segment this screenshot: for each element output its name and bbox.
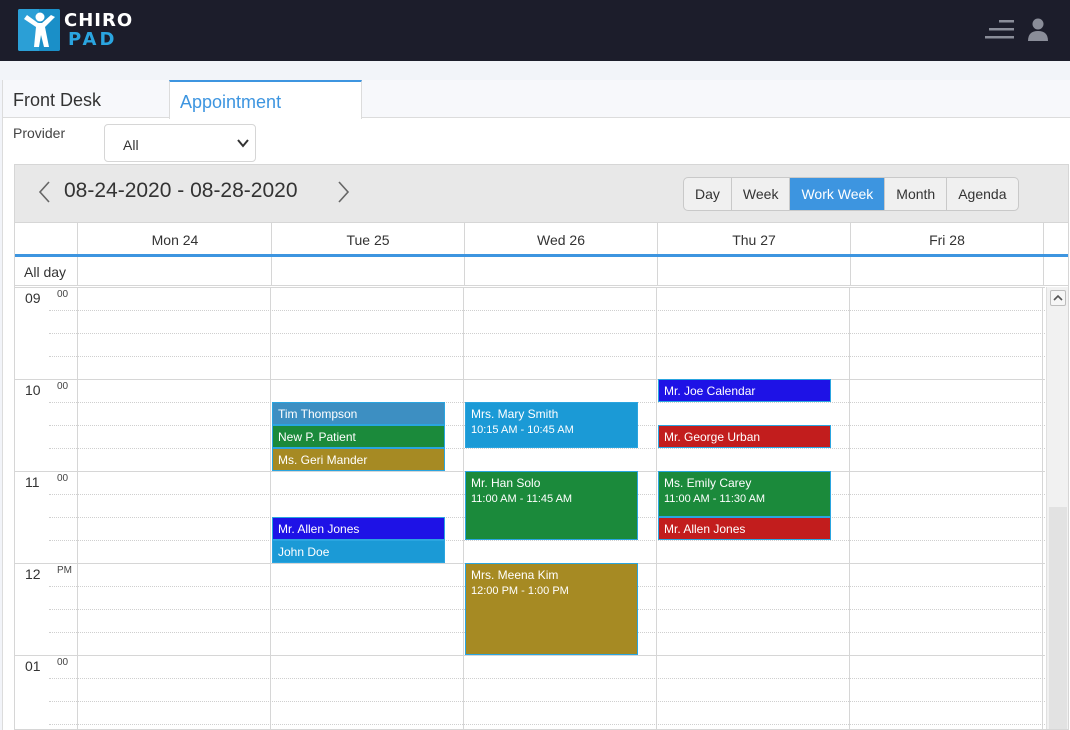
chevron-right-icon[interactable] xyxy=(337,179,351,205)
appointment-block[interactable]: Ms. Geri Mander xyxy=(272,448,445,471)
appointment-time: 10:15 AM - 10:45 AM xyxy=(471,424,574,436)
appointment-patient-name: Mrs. Meena Kim xyxy=(471,568,559,582)
provider-select-value: All xyxy=(123,137,139,153)
chevron-down-icon xyxy=(237,139,249,148)
appointment-patient-name: Mr. Joe Calendar xyxy=(664,384,756,398)
view-switcher: Day Week Work Week Month Agenda xyxy=(683,177,1019,211)
appointment-patient-name: Mr. Allen Jones xyxy=(664,522,746,536)
appointment-block[interactable]: Tim Thompson xyxy=(272,402,445,425)
appointment-block[interactable]: Mr. Allen Jones xyxy=(658,517,831,540)
all-day-row: All day xyxy=(15,257,1068,286)
appointment-patient-name: New P. Patient xyxy=(278,430,356,444)
vertical-scrollbar[interactable] xyxy=(1046,287,1068,729)
all-day-cell[interactable] xyxy=(851,257,1044,286)
quarter-gridline xyxy=(49,448,1045,449)
logo-text-chiro: CHIRO xyxy=(64,10,134,31)
appointment-time: 12:00 PM - 1:00 PM xyxy=(471,585,569,597)
appointment-patient-name: Mr. George Urban xyxy=(664,430,761,444)
appointment-block[interactable]: John Doe xyxy=(272,540,445,563)
quarter-gridline xyxy=(49,724,1045,725)
all-day-cell[interactable] xyxy=(658,257,851,286)
main-panel: Front Desk Appointment Provider All 08-2… xyxy=(2,80,1070,730)
day-header-fri[interactable]: Fri 28 xyxy=(851,223,1044,254)
hour-gridline xyxy=(15,287,1045,288)
quarter-gridline xyxy=(49,310,1045,311)
view-work-week-button[interactable]: Work Week xyxy=(790,178,886,210)
all-day-label: All day xyxy=(15,257,78,286)
appointment-patient-name: Ms. Emily Carey xyxy=(664,476,752,490)
hour-label: 12 xyxy=(25,566,41,582)
hour-label: 01 xyxy=(25,658,41,674)
day-header-thu[interactable]: Thu 27 xyxy=(658,223,851,254)
appointment-time: 11:00 AM - 11:30 AM xyxy=(664,493,766,505)
chevron-up-icon xyxy=(1053,294,1063,301)
appointment-patient-name: Mr. Allen Jones xyxy=(278,522,360,536)
hour-gridline xyxy=(15,379,1045,380)
quarter-gridline xyxy=(49,678,1045,679)
quarter-gridline xyxy=(49,540,1045,541)
day-column-fri[interactable] xyxy=(850,287,1043,729)
hour-suffix-label: 00 xyxy=(57,289,69,300)
hour-label: 11 xyxy=(25,474,40,490)
time-column: 09 00 10 00 11 00 12 PM 01 00 xyxy=(15,287,78,729)
all-day-cell[interactable] xyxy=(272,257,465,286)
appointment-block[interactable]: Mr. Han Solo 11:00 AM - 11:45 AM xyxy=(465,471,638,540)
view-agenda-button[interactable]: Agenda xyxy=(947,178,1017,210)
logo-text-pad: PAD xyxy=(68,29,118,50)
scheduler: 08-24-2020 - 08-28-2020 Day Week Work We… xyxy=(14,164,1069,730)
scroll-up-button[interactable] xyxy=(1050,290,1066,306)
appointment-time: 11:00 AM - 11:45 AM xyxy=(471,493,573,505)
quarter-gridline xyxy=(49,701,1045,702)
appointment-patient-name: Ms. Geri Mander xyxy=(278,453,368,467)
appointment-patient-name: Tim Thompson xyxy=(278,407,358,421)
appointment-block[interactable]: Mr. Allen Jones xyxy=(272,517,445,540)
logo-figure-icon xyxy=(18,9,60,51)
appointment-block[interactable]: Mr. George Urban xyxy=(658,425,831,448)
day-column-tue[interactable] xyxy=(271,287,464,729)
day-header-mon[interactable]: Mon 24 xyxy=(79,223,272,254)
hour-label: 09 xyxy=(25,290,41,306)
view-week-button[interactable]: Week xyxy=(732,178,791,210)
hour-gridline xyxy=(15,655,1045,656)
hour-suffix-label: 00 xyxy=(57,657,69,668)
date-range-title[interactable]: 08-24-2020 - 08-28-2020 xyxy=(64,179,298,203)
hour-label: 10 xyxy=(25,382,41,398)
appointment-block[interactable]: Mrs. Mary Smith 10:15 AM - 10:45 AM xyxy=(465,402,638,448)
quarter-gridline xyxy=(49,333,1045,334)
hour-suffix-label: 00 xyxy=(57,473,69,484)
view-month-button[interactable]: Month xyxy=(885,178,948,210)
tab-bar: Front Desk Appointment xyxy=(3,80,1070,119)
appointment-block[interactable]: Mrs. Meena Kim 12:00 PM - 1:00 PM xyxy=(465,563,638,655)
provider-label: Provider xyxy=(13,125,66,141)
view-day-button[interactable]: Day xyxy=(684,178,732,210)
quarter-gridline xyxy=(49,356,1045,357)
top-bar: CHIRO PAD xyxy=(0,0,1070,61)
appointment-block[interactable]: Ms. Emily Carey 11:00 AM - 11:30 AM xyxy=(658,471,831,517)
day-header-wed[interactable]: Wed 26 xyxy=(465,223,658,254)
appointment-block[interactable]: New P. Patient xyxy=(272,425,445,448)
appointment-block[interactable]: Mr. Joe Calendar xyxy=(658,379,831,402)
tab-front-desk[interactable]: Front Desk xyxy=(3,80,169,118)
day-header-corner xyxy=(15,223,78,254)
appointment-patient-name: Mrs. Mary Smith xyxy=(471,407,559,421)
chevron-left-icon[interactable] xyxy=(37,179,51,205)
appointment-patient-name: Mr. Han Solo xyxy=(471,476,541,490)
user-icon[interactable] xyxy=(1026,17,1050,43)
hour-suffix-label: PM xyxy=(57,565,72,576)
all-day-cell[interactable] xyxy=(79,257,272,286)
tab-appointment[interactable]: Appointment xyxy=(169,80,362,119)
scroll-thumb[interactable] xyxy=(1049,507,1067,729)
day-column-mon[interactable] xyxy=(78,287,271,729)
chiropad-logo[interactable]: CHIRO PAD xyxy=(18,9,132,51)
hour-suffix-label: 00 xyxy=(57,381,69,392)
time-grid: 09 00 10 00 11 00 12 PM 01 00 Tim Thompson New P. … xyxy=(15,287,1045,729)
scheduler-toolbar: 08-24-2020 - 08-28-2020 Day Week Work We… xyxy=(15,165,1068,223)
menu-lines-icon[interactable] xyxy=(985,18,1015,42)
all-day-cell[interactable] xyxy=(465,257,658,286)
day-header-tue[interactable]: Tue 25 xyxy=(272,223,465,254)
day-header-row: Mon 24 Tue 25 Wed 26 Thu 27 Fri 28 xyxy=(15,223,1068,257)
appointment-patient-name: John Doe xyxy=(278,545,330,559)
provider-select[interactable]: All xyxy=(104,124,256,162)
